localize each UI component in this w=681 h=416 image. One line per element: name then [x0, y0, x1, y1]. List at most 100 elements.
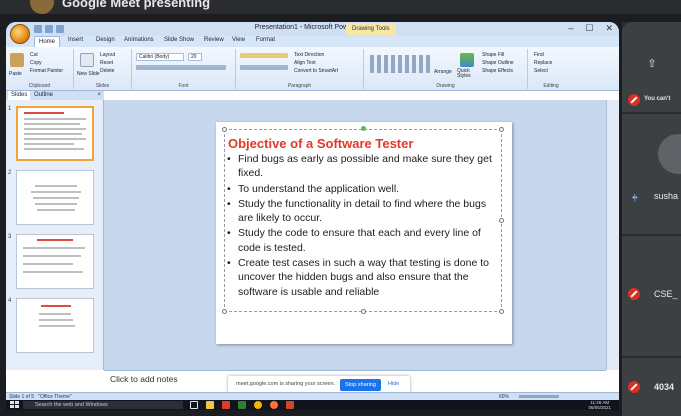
vertical-scrollbar[interactable]: [606, 100, 619, 370]
ribbon-tabs: Home Insert Design Animations Slide Show…: [6, 36, 619, 47]
group-clipboard: Paste Cut Copy Format Painter Clipboard: [6, 49, 74, 89]
group-label-clipboard: Clipboard: [28, 83, 51, 89]
shape-fill-button[interactable]: Shape Fill: [482, 52, 504, 58]
close-pane-icon[interactable]: ×: [97, 91, 101, 100]
store-icon[interactable]: [238, 401, 246, 409]
delete-button[interactable]: Delete: [100, 68, 114, 74]
resize-handle[interactable]: [222, 127, 227, 132]
taskbar-search[interactable]: Search the web and Windows: [23, 401, 183, 409]
tab-design[interactable]: Design: [96, 37, 115, 43]
minimize-button[interactable]: –: [568, 23, 573, 34]
list-buttons[interactable]: [240, 53, 288, 58]
stop-sharing-button[interactable]: Stop sharing: [340, 379, 381, 391]
windows-start-icon[interactable]: [10, 401, 19, 409]
resize-handle[interactable]: [499, 127, 504, 132]
chrome-icon[interactable]: [254, 401, 262, 409]
select-button[interactable]: Select: [534, 68, 548, 74]
resize-handle[interactable]: [361, 309, 366, 314]
participants-rail: ⇧ You can't •|• susha CSE_ 4034: [622, 22, 681, 416]
format-painter-button[interactable]: Format Painter: [30, 68, 63, 74]
office-button[interactable]: [10, 24, 30, 44]
text-direction-button[interactable]: Text Direction: [294, 52, 324, 58]
tab-slides[interactable]: Slides: [8, 91, 31, 100]
slide-thumbnail-3[interactable]: [16, 234, 94, 289]
tab-insert[interactable]: Insert: [68, 37, 83, 43]
current-slide[interactable]: Objective of a Software Tester Find bugs…: [216, 122, 512, 344]
clock[interactable]: 11:26 AM 06/05/2021: [588, 400, 611, 410]
powerpoint-icon[interactable]: [222, 401, 230, 409]
find-button[interactable]: Find: [534, 52, 544, 58]
slide-thumbnail-4[interactable]: [16, 298, 94, 353]
status-bar: Slide 1 of 5 "Office Theme" 60%: [6, 392, 619, 400]
reset-button[interactable]: Reset: [100, 60, 113, 66]
window-title: Presentation1 - Microsoft PowerPoint: [254, 24, 371, 31]
participant-name: CSE_: [654, 289, 678, 299]
office-icon[interactable]: [286, 401, 294, 409]
participant-tile[interactable]: •|• susha: [622, 114, 681, 234]
maximize-button[interactable]: ☐: [585, 23, 593, 34]
participant-tile[interactable]: ⇧ You can't: [622, 22, 681, 112]
file-explorer-icon[interactable]: [206, 401, 214, 409]
paste-label[interactable]: Paste: [9, 71, 22, 77]
tab-slide-show[interactable]: Slide Show: [164, 37, 194, 43]
participant-tile[interactable]: 4034: [622, 358, 681, 416]
shape-effects-button[interactable]: Shape Effects: [482, 68, 513, 74]
drawing-tools-tab[interactable]: Drawing Tools: [346, 23, 396, 35]
align-buttons[interactable]: [240, 65, 288, 70]
copy-button[interactable]: Copy: [30, 60, 42, 66]
tab-view[interactable]: View: [232, 37, 245, 43]
mic-off-icon: [628, 381, 640, 393]
layout-button[interactable]: Layout: [100, 52, 115, 58]
tab-outline[interactable]: Outline: [34, 91, 53, 100]
resize-handle[interactable]: [222, 309, 227, 314]
task-view-icon[interactable]: [190, 401, 198, 409]
close-button[interactable]: ✕: [605, 23, 613, 34]
font-name-select[interactable]: Calibri (Body): [136, 53, 184, 61]
resize-handle[interactable]: [499, 309, 504, 314]
quick-styles-icon[interactable]: [460, 53, 474, 67]
font-format-buttons[interactable]: [136, 65, 226, 70]
windows-taskbar: Search the web and Windows 11:26 AM 06/0…: [6, 400, 619, 410]
bullet-item: To understand the application well.: [224, 182, 504, 197]
shape-outline-button[interactable]: Shape Outline: [482, 60, 514, 66]
window-controls: – ☐ ✕: [568, 23, 613, 34]
slide-thumbnail-1[interactable]: [16, 106, 94, 161]
group-font: Calibri (Body) 20 Font: [132, 49, 236, 89]
tab-format[interactable]: Format: [256, 37, 275, 43]
font-size-select[interactable]: 20: [188, 53, 202, 61]
tab-home[interactable]: Home: [34, 36, 61, 47]
sharing-text: meet.google.com is sharing your screen.: [236, 381, 336, 387]
tab-animations[interactable]: Animations: [124, 37, 154, 43]
replace-button[interactable]: Replace: [534, 60, 552, 66]
smartart-button[interactable]: Convert to SmartArt: [294, 68, 338, 74]
tab-review[interactable]: Review: [204, 37, 224, 43]
slide-editing-area: Objective of a Software Tester Find bugs…: [104, 100, 606, 370]
participant-name: susha: [654, 191, 679, 201]
group-paragraph: Text Direction Align Text Convert to Sma…: [236, 49, 364, 89]
thumb-number: 4: [8, 298, 12, 304]
arrange-button[interactable]: Arrange: [434, 69, 452, 75]
slide-title[interactable]: Objective of a Software Tester: [228, 136, 413, 151]
slide-bullet-list[interactable]: Find bugs as early as possible and make …: [224, 152, 504, 300]
participant-tile[interactable]: CSE_: [622, 236, 681, 356]
slide-thumbnail-2[interactable]: [16, 170, 94, 225]
ribbon: Paste Cut Copy Format Painter Clipboard …: [6, 47, 619, 91]
slides-pane-tabs: Slides Outline ×: [6, 91, 104, 100]
shapes-gallery[interactable]: [370, 55, 430, 73]
new-slide-label[interactable]: New Slide: [77, 71, 100, 77]
bullet-item: Find bugs as early as possible and make …: [224, 152, 504, 181]
cut-button[interactable]: Cut: [30, 52, 38, 58]
participant-name: 4034: [654, 382, 675, 392]
quick-styles-button[interactable]: Quick Styles: [457, 69, 479, 79]
firefox-icon[interactable]: [270, 401, 278, 409]
hide-button[interactable]: Hide: [388, 381, 399, 387]
speaking-indicator-icon: •|•: [632, 193, 638, 202]
new-slide-icon[interactable]: [80, 53, 94, 67]
bullet-item: Create test cases in such a way that tes…: [224, 256, 504, 299]
rotate-handle[interactable]: [361, 126, 366, 131]
align-text-button[interactable]: Align Text: [294, 60, 316, 66]
notes-placeholder: Click to add notes: [110, 374, 178, 384]
zoom-slider[interactable]: [519, 395, 559, 398]
paste-icon[interactable]: [10, 53, 24, 67]
mic-off-icon: [628, 94, 640, 106]
